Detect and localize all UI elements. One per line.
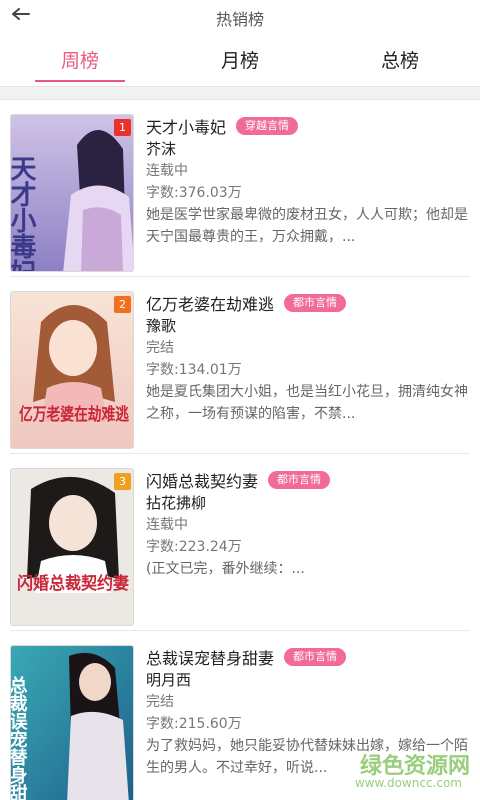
book-status: 连载中: [146, 517, 188, 533]
book-cover[interactable]: 闪婚总裁契约妻 3: [10, 468, 134, 626]
cover-title-text: 亿万老婆在劫难逃: [19, 404, 130, 425]
genre-tag: 穿越言情: [236, 117, 299, 135]
book-info: 亿万老婆在劫难逃 都市言情 豫歌 完结 字数:134.01万 她是夏氏集团大小姐…: [146, 291, 476, 425]
tab-weekly[interactable]: 周榜: [0, 32, 160, 86]
book-info: 天才小毒妃 穿越言情 芥沫 连载中 字数:376.03万 她是医学世家最卑微的废…: [146, 114, 476, 248]
book-info: 闪婚总裁契约妻 都市言情 拈花拂柳 连载中 字数:223.24万 (正文已完，番…: [146, 468, 476, 602]
book-title: 天才小毒妃: [146, 118, 227, 137]
book-word-count: 字数:134.01万: [146, 362, 242, 378]
book-description: 她是医学世家最卑微的废材丑女，人人可欺；他却是天宁国最尊贵的王，万众拥戴，...: [146, 207, 468, 245]
book-status: 完结: [146, 694, 174, 710]
top-bar: 热销榜: [0, 0, 480, 32]
book-word-count: 字数:376.03万: [146, 185, 242, 201]
book-status: 完结: [146, 340, 174, 356]
book-author: 明月西: [146, 671, 192, 689]
ranking-tabs: 周榜 月榜 总榜: [0, 32, 480, 86]
genre-tag: 都市言情: [284, 648, 347, 666]
tab-total[interactable]: 总榜: [320, 32, 480, 86]
list-item[interactable]: 闪婚总裁契约妻 3 闪婚总裁契约妻 都市言情 拈花拂柳 连载中 字数:223.2…: [10, 454, 470, 631]
book-cover[interactable]: 总裁误宠替身甜妻: [10, 645, 134, 800]
genre-tag: 都市言情: [284, 294, 347, 312]
book-author: 拈花拂柳: [146, 494, 207, 512]
book-description: 她是夏氏集团大小姐，也是当红小花旦，拥清纯女神之称，一场有预谋的陷害，不禁...: [146, 384, 468, 422]
book-title: 亿万老婆在劫难逃: [146, 295, 275, 314]
book-word-count: 字数:215.60万: [146, 716, 242, 732]
book-author: 豫歌: [146, 317, 177, 335]
book-description: (正文已完，番外继续：...: [146, 561, 305, 577]
rank-badge: 2: [114, 296, 131, 313]
book-word-count: 字数:223.24万: [146, 539, 242, 555]
rank-badge: 1: [114, 119, 131, 136]
list-item[interactable]: 天才小毒妃 1 天才小毒妃 穿越言情 芥沫 连载中 字数:376.03万 她是医…: [10, 100, 470, 277]
cover-title-text: 天才小毒妃: [11, 155, 36, 272]
book-cover[interactable]: 亿万老婆在劫难逃 2: [10, 291, 134, 449]
book-author: 芥沫: [146, 140, 177, 158]
watermark-url: www.downcc.com: [354, 776, 462, 790]
tab-monthly[interactable]: 月榜: [160, 32, 320, 86]
rank-badge: 3: [114, 473, 131, 490]
book-status: 连载中: [146, 163, 188, 179]
section-divider: [0, 86, 480, 100]
page-title: 热销榜: [215, 10, 264, 29]
cover-title-text: 总裁误宠替身甜妻: [11, 675, 28, 800]
book-title: 闪婚总裁契约妻: [146, 472, 259, 491]
site-watermark: 绿色资源网 www.downcc.com: [350, 748, 470, 794]
book-title: 总裁误宠替身甜妻: [146, 649, 275, 668]
genre-tag: 都市言情: [268, 471, 331, 489]
book-cover[interactable]: 天才小毒妃 1: [10, 114, 134, 272]
cover-title-text: 闪婚总裁契约妻: [17, 573, 129, 594]
list-item[interactable]: 亿万老婆在劫难逃 2 亿万老婆在劫难逃 都市言情 豫歌 完结 字数:134.01…: [10, 277, 470, 454]
book-list: 天才小毒妃 1 天才小毒妃 穿越言情 芥沫 连载中 字数:376.03万 她是医…: [0, 100, 480, 800]
